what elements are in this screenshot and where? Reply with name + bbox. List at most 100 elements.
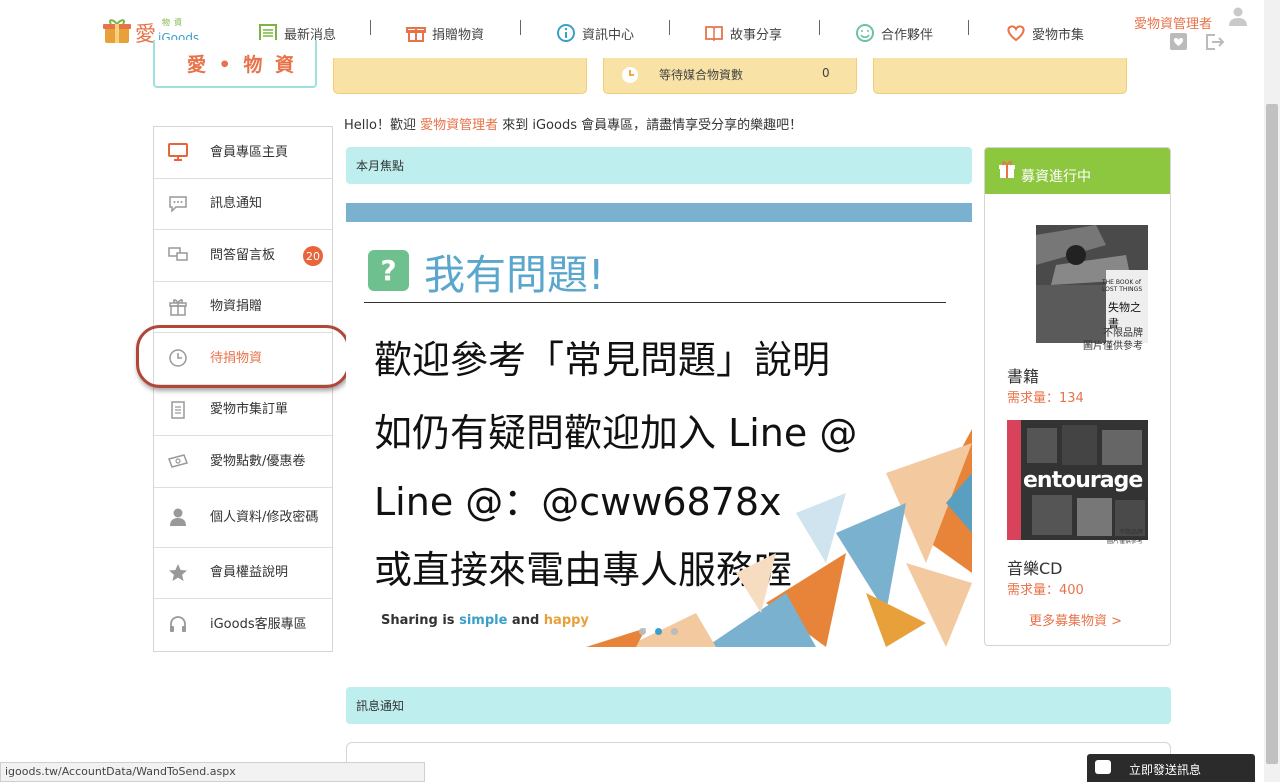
- admin-name-link[interactable]: 愛物資管理者: [1134, 13, 1212, 32]
- sidebar-item-label: 愛物點數/優惠卷: [210, 453, 306, 469]
- image-note-line: 圖片僅供參考: [1083, 341, 1143, 352]
- send-message-label: 立即發送訊息: [1129, 763, 1202, 777]
- favorites-icon[interactable]: [1170, 33, 1187, 50]
- section-focus-header: 本月焦點: [346, 147, 972, 184]
- book-cover-text: LOST THINGS: [1102, 286, 1143, 293]
- sidebar-item-member-home[interactable]: 會員專區主頁: [154, 127, 332, 179]
- gift-logo-icon: [103, 19, 131, 43]
- sidebar-item-customer-service[interactable]: iGoods客服專區: [154, 599, 332, 651]
- fund-item-need: 需求量：134: [1007, 391, 1084, 406]
- fundraising-title: 募資進行中: [1021, 169, 1091, 185]
- status-bar-url: igoods.tw/AccountData/WandToSend.aspx: [0, 762, 425, 782]
- sidebar-item-points-coupons[interactable]: 愛物點數/優惠卷: [154, 436, 332, 488]
- chat-bubble-icon: [1095, 760, 1111, 774]
- focus-banner[interactable]: ? 我有問題! 歡迎參考「常見問題」說明 如仍有疑問歡迎加入 Line @ Li…: [346, 203, 972, 647]
- nav-partners[interactable]: 合作夥伴: [855, 20, 933, 46]
- info-icon: [557, 24, 575, 42]
- tagline-part: happy: [543, 613, 589, 628]
- person-icon: [168, 507, 188, 527]
- nav-market-label: 愛物市集: [1032, 27, 1085, 43]
- image-note-line: 不限品牌: [1118, 529, 1143, 536]
- heart-icon: [1007, 25, 1025, 42]
- nav-stories-label: 故事分享: [730, 27, 783, 43]
- welcome-message: Hello！歡迎 愛物資管理者 來到 iGoods 會員專區，請盡情享受分享的樂…: [344, 114, 802, 133]
- sidebar-item-label: 訊息通知: [210, 196, 263, 212]
- carousel-dot[interactable]: [671, 628, 678, 635]
- star-icon: [168, 563, 188, 583]
- gift-icon: [999, 161, 1015, 178]
- banner-title: 我有問題!: [424, 251, 605, 299]
- sidebar-item-market-orders[interactable]: 愛物市集訂單: [154, 385, 332, 436]
- user-icon[interactable]: [1228, 6, 1248, 26]
- page-scrollbar[interactable]: [1264, 0, 1280, 782]
- sidebar-item-label: 會員專區主頁: [210, 144, 289, 160]
- book-cover-image[interactable]: THE BOOK of LOST THINGS 失物之書: [1036, 225, 1148, 343]
- sidebar-item-donate-goods[interactable]: 物資捐贈: [154, 282, 332, 333]
- sidebar-item-label: 待捐物資: [210, 350, 263, 366]
- sidebar-item-member-rights[interactable]: 會員權益說明: [154, 548, 332, 599]
- carousel-dot[interactable]: [639, 628, 646, 635]
- donate-icon: [406, 27, 426, 42]
- logo-small-text: 物資: [162, 18, 186, 27]
- banner-divider: [364, 302, 946, 303]
- nav-divider: [370, 20, 371, 35]
- fund-item-need: 需求量：400: [1007, 583, 1084, 598]
- image-note-line: 圖片僅供參考: [1106, 538, 1143, 545]
- member-sidebar: 會員專區主頁 訊息通知 問答留言板 20 物資捐贈 待捐物資 愛物市集訂單 愛物…: [153, 126, 333, 652]
- image-note: 不限品牌 圖片僅供參考: [1091, 528, 1143, 546]
- smile-icon: [856, 24, 874, 42]
- section-focus-title: 本月焦點: [356, 159, 405, 173]
- cd-cover-image[interactable]: entourage: [1007, 420, 1148, 540]
- nav-donate[interactable]: 捐贈物資: [406, 20, 484, 46]
- image-note: 不限品牌 圖片僅供參考: [1081, 327, 1143, 353]
- scrollbar-thumb[interactable]: [1266, 104, 1278, 764]
- stat-card-pending: 等待媒合物資數 0: [603, 58, 857, 94]
- nav-divider: [819, 20, 820, 35]
- sidebar-item-notifications[interactable]: 訊息通知: [154, 179, 332, 230]
- more-fundraising-link[interactable]: 更多募集物資 >: [1029, 610, 1122, 629]
- fundraising-panel: 募資進行中 THE BOOK of LOST THINGS 失物之書 不限品牌 …: [984, 147, 1171, 646]
- clock-icon: [168, 348, 188, 368]
- question-icon: ?: [368, 250, 409, 291]
- stat-card: [873, 58, 1127, 94]
- monitor-icon: [168, 142, 188, 162]
- nav-market[interactable]: 愛物市集: [1006, 20, 1084, 46]
- carousel-dot-active[interactable]: [655, 628, 662, 635]
- nav-divider: [968, 20, 969, 35]
- welcome-prefix: Hello！歡迎: [344, 118, 421, 133]
- sidebar-item-label: 物資捐贈: [210, 299, 263, 315]
- sidebar-item-pending-goods[interactable]: 待捐物資: [154, 333, 332, 385]
- message-icon: [168, 194, 188, 214]
- tagline-part: and: [507, 613, 544, 628]
- banner-top-band: [346, 203, 972, 222]
- qa-count-badge: 20: [303, 246, 323, 266]
- send-message-button[interactable]: 立即發送訊息: [1087, 754, 1255, 782]
- sidebar-item-label: iGoods客服專區: [210, 617, 307, 633]
- tagline-part: Sharing is: [381, 613, 460, 628]
- welcome-user: 愛物資管理者: [420, 118, 499, 133]
- sidebar-item-profile[interactable]: 個人資料/修改密碼: [154, 488, 332, 548]
- clock-icon: [622, 67, 638, 83]
- banner-line: 歡迎參考「常見問題」說明: [374, 338, 831, 382]
- nav-divider: [669, 20, 670, 35]
- sidebar-item-qa-board[interactable]: 問答留言板 20: [154, 230, 332, 282]
- stat-pending-label: 等待媒合物資數: [659, 68, 744, 82]
- welcome-suffix: 來到 iGoods 會員專區，請盡情享受分享的樂趣吧！: [498, 118, 803, 133]
- chat-icon: [168, 245, 188, 265]
- gift-icon: [168, 297, 188, 317]
- nav-info-label: 資訊中心: [582, 27, 635, 43]
- fund-item-name[interactable]: 書籍: [1007, 363, 1039, 387]
- book-icon: [705, 26, 723, 42]
- nav-info[interactable]: 資訊中心: [556, 20, 634, 46]
- sidebar-item-label: 愛物市集訂單: [210, 402, 289, 418]
- section-messages-title: 訊息通知: [356, 699, 405, 713]
- nav-stories[interactable]: 故事分享: [704, 20, 782, 46]
- cd-cover-text: entourage: [1023, 468, 1143, 493]
- logout-icon[interactable]: [1204, 32, 1224, 52]
- brand-box-text: 愛 • 物 資: [187, 54, 297, 76]
- fund-item-name[interactable]: 音樂CD: [1007, 555, 1063, 579]
- banner-tagline: Sharing is simple and happy: [381, 613, 589, 628]
- headset-icon: [168, 615, 188, 635]
- stat-pending-value: 0: [822, 66, 830, 80]
- sidebar-item-label: 個人資料/修改密碼: [210, 509, 319, 525]
